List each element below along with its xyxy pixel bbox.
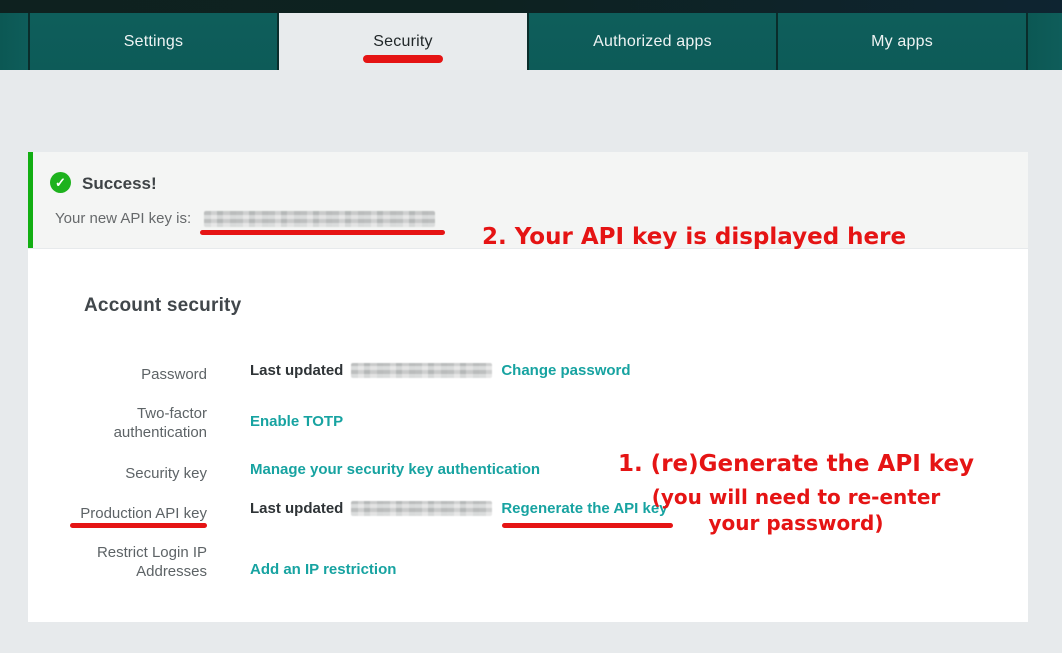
row-label-password: Password xyxy=(70,365,207,384)
top-dark-bar xyxy=(0,0,1062,13)
redacted-password-date xyxy=(351,363,492,378)
section-heading: Account security xyxy=(84,295,241,317)
annotation-step1-block: 1. (re)Generate the API key (you will ne… xyxy=(616,451,976,536)
tab-settings-label: Settings xyxy=(124,33,183,51)
last-updated-label: Last updated xyxy=(250,500,343,517)
annotation-marker-api-key xyxy=(200,230,445,235)
redacted-api-key-date xyxy=(351,501,492,516)
success-title: Success! xyxy=(82,174,157,194)
annotation-marker-security-tab xyxy=(363,55,443,63)
tab-security-label: Security xyxy=(373,33,432,51)
change-password-link[interactable]: Change password xyxy=(501,362,630,379)
tab-bar: Settings Security Authorized apps My app… xyxy=(0,13,1062,70)
tab-security[interactable]: Security xyxy=(279,13,527,70)
row-value-security-key: Manage your security key authentication xyxy=(250,461,540,478)
tabbar-right-stub xyxy=(1028,13,1062,70)
row-label-restrict-ip: Restrict Login IP Addresses xyxy=(70,543,207,581)
row-value-production-api-key: Last updated Regenerate the API key xyxy=(250,500,668,517)
row-value-password: Last updated Change password xyxy=(250,362,631,379)
annotation-step1-line2: (you will need to re-enter xyxy=(616,484,976,510)
annotation-marker-production-api-key-label xyxy=(70,523,207,528)
security-settings-page: Settings Security Authorized apps My app… xyxy=(0,0,1062,653)
manage-security-key-link[interactable]: Manage your security key authentication xyxy=(250,461,540,478)
row-label-production-api-key: Production API key xyxy=(70,504,207,523)
last-updated-label: Last updated xyxy=(250,362,343,379)
api-key-message-label: Your new API key is: xyxy=(55,210,191,227)
tab-authorized-apps-label: Authorized apps xyxy=(593,33,712,51)
row-value-restrict-ip: Add an IP restriction xyxy=(250,561,396,578)
annotation-step2-text: 2. Your API key is displayed here xyxy=(482,224,906,250)
tab-settings[interactable]: Settings xyxy=(30,13,277,70)
tab-authorized-apps[interactable]: Authorized apps xyxy=(529,13,776,70)
add-ip-restriction-link[interactable]: Add an IP restriction xyxy=(250,561,396,578)
tabbar-left-stub xyxy=(0,13,28,70)
row-label-security-key: Security key xyxy=(70,464,207,483)
account-security-panel: Account security Password Last updated C… xyxy=(28,249,1028,622)
tab-my-apps[interactable]: My apps xyxy=(778,13,1026,70)
row-label-two-factor: Two-factor authentication xyxy=(70,404,207,442)
enable-totp-link[interactable]: Enable TOTP xyxy=(250,413,343,430)
annotation-step1-line1: 1. (re)Generate the API key xyxy=(616,451,976,477)
tab-my-apps-label: My apps xyxy=(871,33,933,51)
row-value-two-factor: Enable TOTP xyxy=(250,413,343,430)
check-circle-icon: ✓ xyxy=(50,172,71,193)
redacted-api-key-value xyxy=(204,211,435,227)
annotation-step1-line3: your password) xyxy=(616,510,976,536)
